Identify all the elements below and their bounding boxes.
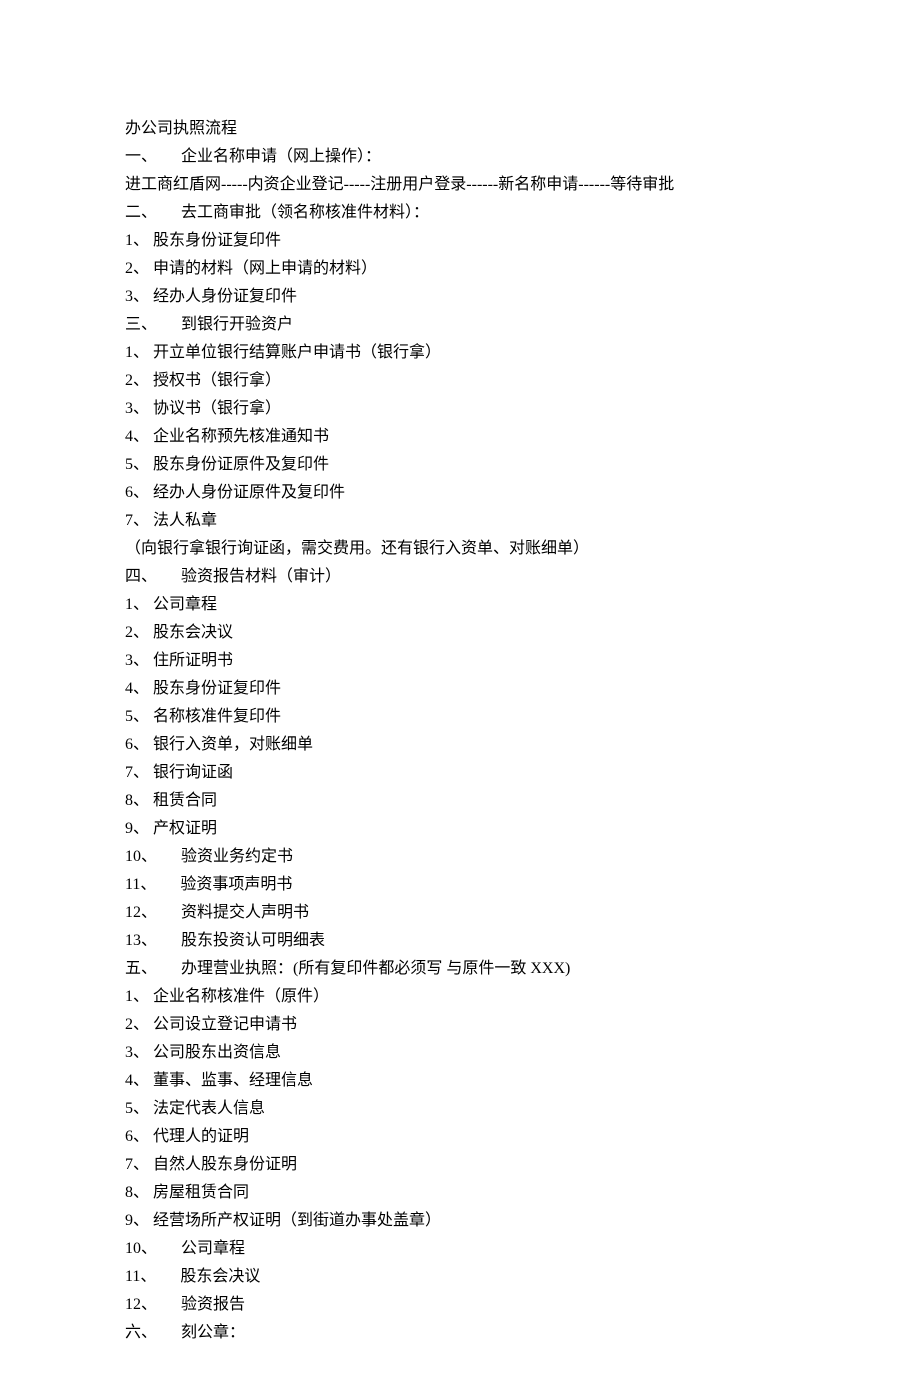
- document-line: 2、 授权书（银行拿）: [125, 367, 795, 395]
- document-line: 3、 公司股东出资信息: [125, 1039, 795, 1067]
- document-line: 11、 验资事项声明书: [125, 871, 795, 899]
- document-line: 1、 股东身份证复印件: [125, 227, 795, 255]
- document-line: 5、 法定代表人信息: [125, 1095, 795, 1123]
- document-line: 4、 董事、监事、经理信息: [125, 1067, 795, 1095]
- document-line: 8、 租赁合同: [125, 787, 795, 815]
- document-line: 9、 产权证明: [125, 815, 795, 843]
- document-line: 六、 刻公章：: [125, 1319, 795, 1347]
- document-line: 13、 股东投资认可明细表: [125, 927, 795, 955]
- document-line: 7、 自然人股东身份证明: [125, 1151, 795, 1179]
- document-line: 1、 开立单位银行结算账户申请书（银行拿）: [125, 339, 795, 367]
- document-line: 9、 经营场所产权证明（到街道办事处盖章）: [125, 1207, 795, 1235]
- document-line: 三、 到银行开验资户: [125, 311, 795, 339]
- document-line: 2、 公司设立登记申请书: [125, 1011, 795, 1039]
- document-line: 办公司执照流程: [125, 115, 795, 143]
- document-line: 3、 经办人身份证复印件: [125, 283, 795, 311]
- document-line: 6、 银行入资单，对账细单: [125, 731, 795, 759]
- document-line: 4、 企业名称预先核准通知书: [125, 423, 795, 451]
- document-line: 10、 验资业务约定书: [125, 843, 795, 871]
- document-line: 10、 公司章程: [125, 1235, 795, 1263]
- document-content: 办公司执照流程 一、 企业名称申请（网上操作）： 进工商红盾网-----内资企业…: [125, 115, 795, 1347]
- document-line: 3、 协议书（银行拿）: [125, 395, 795, 423]
- document-line: 6、 经办人身份证原件及复印件: [125, 479, 795, 507]
- document-line: 4、 股东身份证复印件: [125, 675, 795, 703]
- document-line: 11、 股东会决议: [125, 1263, 795, 1291]
- document-line: 2、 股东会决议: [125, 619, 795, 647]
- document-line: （向银行拿银行询证函，需交费用。还有银行入资单、对账细单）: [125, 535, 795, 563]
- document-line: 7、 法人私章: [125, 507, 795, 535]
- document-line: 8、 房屋租赁合同: [125, 1179, 795, 1207]
- document-line: 四、 验资报告材料（审计）: [125, 563, 795, 591]
- document-line: 6、 代理人的证明: [125, 1123, 795, 1151]
- document-line: 一、 企业名称申请（网上操作）：: [125, 143, 795, 171]
- document-line: 7、 银行询证函: [125, 759, 795, 787]
- document-line: 5、 名称核准件复印件: [125, 703, 795, 731]
- document-line: 3、 住所证明书: [125, 647, 795, 675]
- document-line: 12、 验资报告: [125, 1291, 795, 1319]
- document-line: 1、 公司章程: [125, 591, 795, 619]
- document-line: 12、 资料提交人声明书: [125, 899, 795, 927]
- document-line: 2、 申请的材料（网上申请的材料）: [125, 255, 795, 283]
- document-line: 二、 去工商审批（领名称核准件材料）：: [125, 199, 795, 227]
- document-line: 五、 办理营业执照：(所有复印件都必须写 与原件一致 XXX): [125, 955, 795, 983]
- document-line: 5、 股东身份证原件及复印件: [125, 451, 795, 479]
- document-line: 进工商红盾网-----内资企业登记-----注册用户登录------新名称申请-…: [125, 171, 795, 199]
- document-line: 1、 企业名称核准件（原件）: [125, 983, 795, 1011]
